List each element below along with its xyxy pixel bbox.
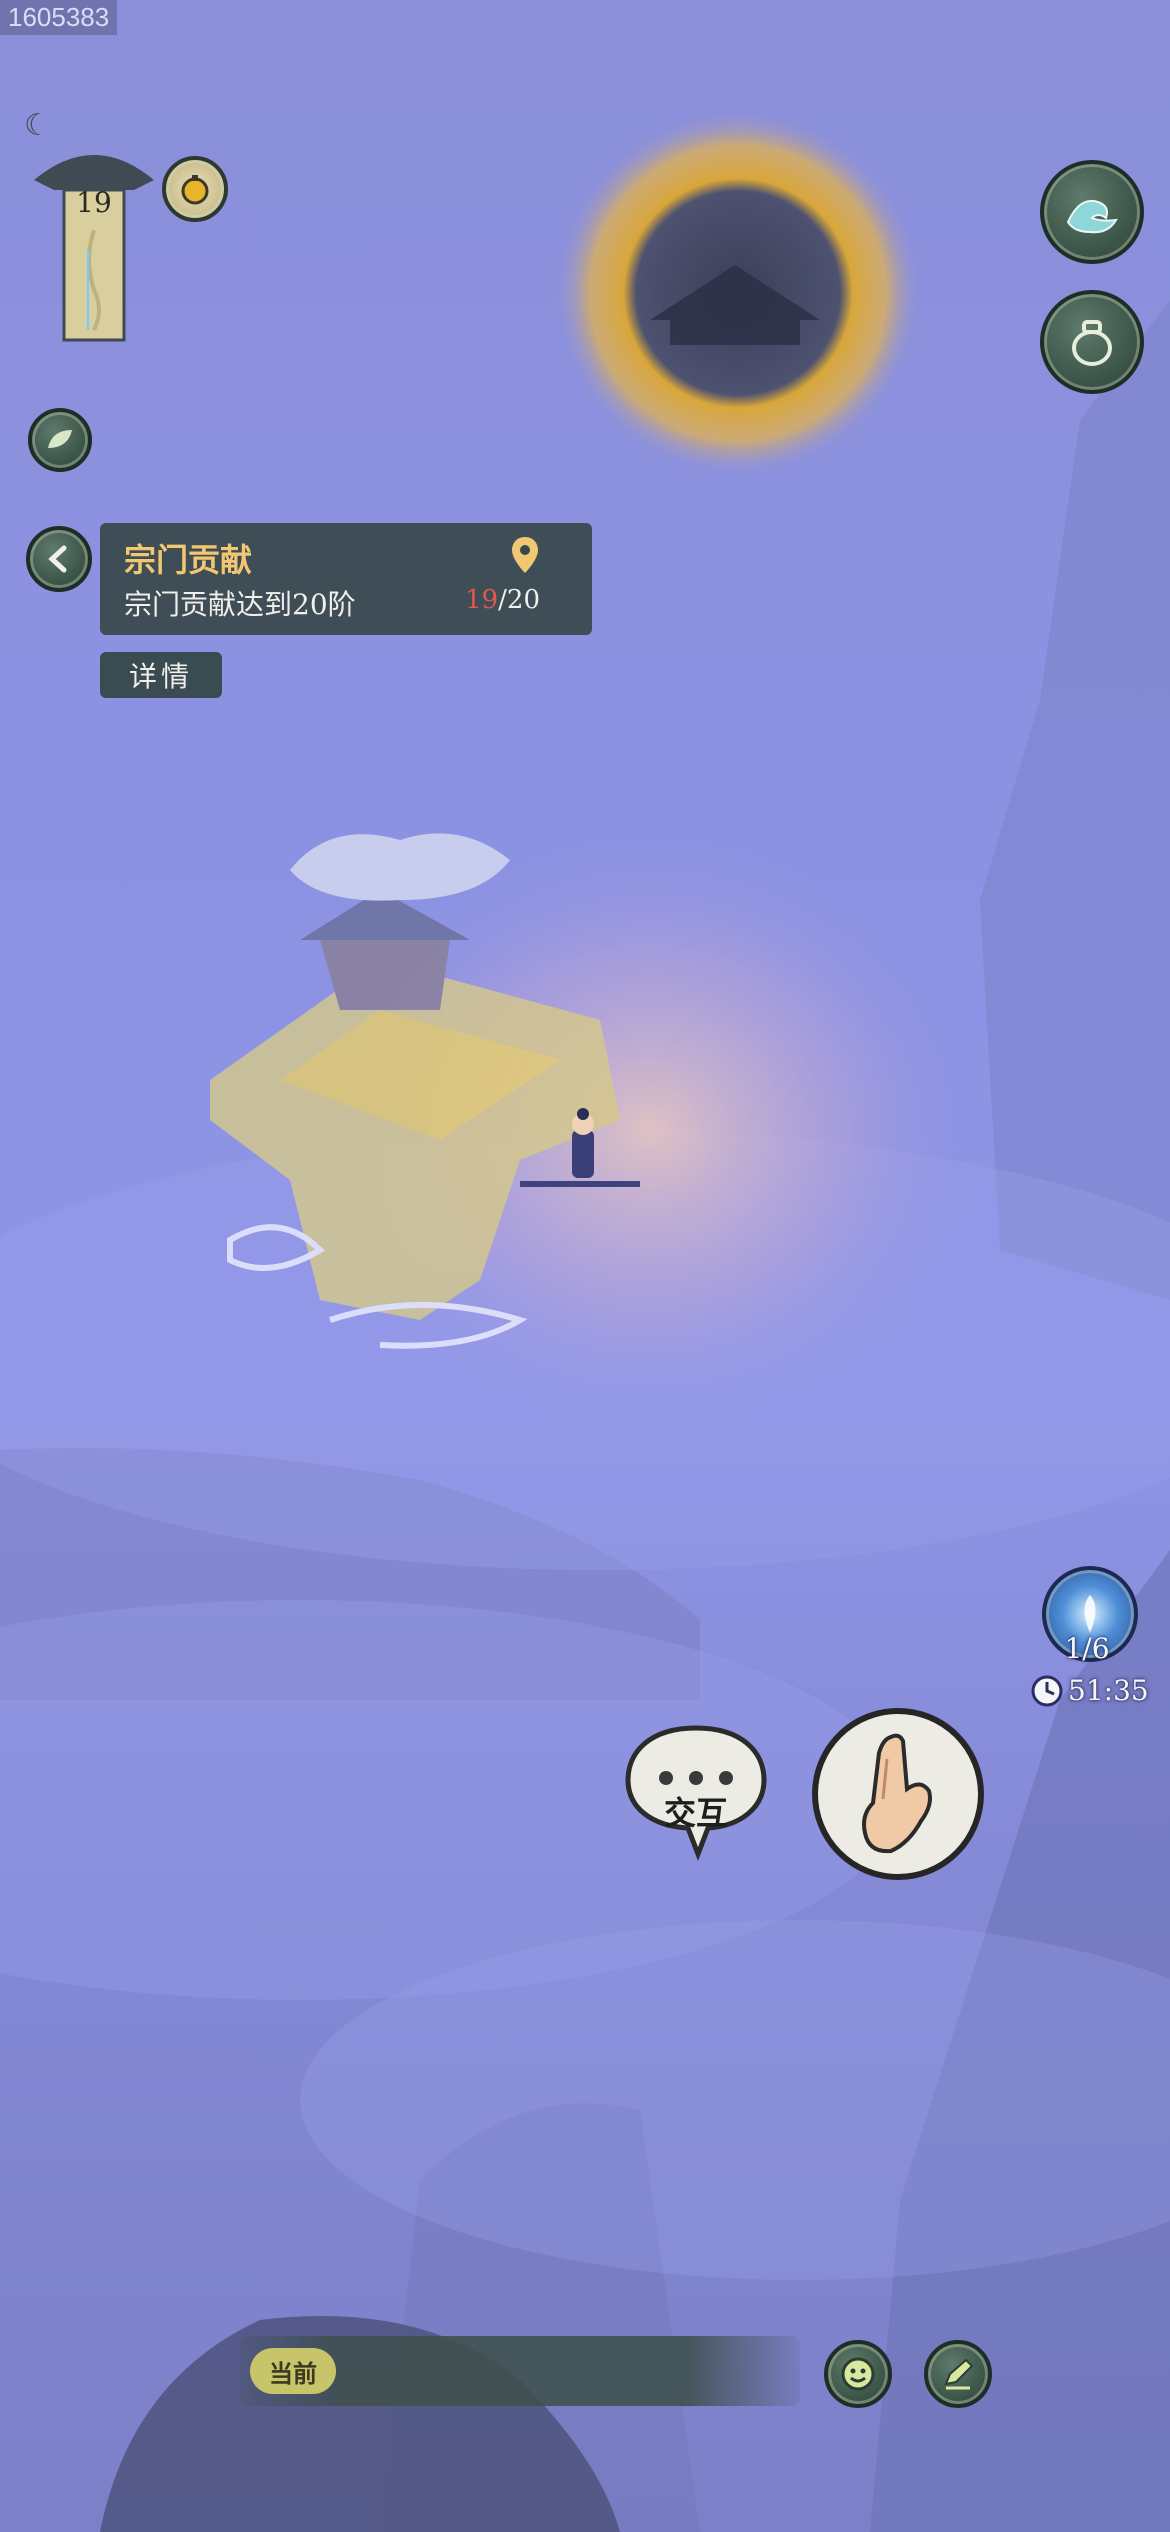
- moon-icon: ☾: [24, 108, 51, 143]
- misty-mountain-background: [0, 108, 1170, 2532]
- leaf-button[interactable]: [28, 408, 92, 472]
- wave-button[interactable]: [1040, 160, 1144, 264]
- details-button[interactable]: 详情: [100, 652, 222, 698]
- interact-button[interactable]: 交互: [622, 1722, 770, 1862]
- emoji-button[interactable]: [824, 2340, 892, 2408]
- edit-icon: [944, 2358, 974, 2390]
- location-pin-icon[interactable]: [510, 535, 540, 575]
- quest-panel[interactable]: 宗门贡献 宗门贡献达到20阶 19/20: [100, 523, 592, 635]
- hand-seal-button[interactable]: [812, 1708, 984, 1880]
- level-pillar[interactable]: ☾ 19: [24, 108, 164, 350]
- gourd-icon: [181, 175, 209, 205]
- interact-label: 交互: [663, 1794, 728, 1832]
- level-number: 19: [76, 186, 112, 219]
- hand-seal-icon: [862, 1733, 932, 1854]
- jar-button[interactable]: [1040, 290, 1144, 394]
- build-id-label: 1605383: [0, 0, 118, 35]
- quest-description: 宗门贡献达到20阶: [124, 588, 356, 621]
- wave-icon: [1066, 200, 1118, 234]
- smile-icon: [841, 2357, 875, 2391]
- leaf-icon: [48, 430, 72, 448]
- current-channel-tag[interactable]: 当前: [250, 2348, 336, 2394]
- quest-progress: 19/20: [465, 585, 540, 615]
- collapse-quest-button[interactable]: [26, 526, 92, 592]
- jar-icon: [1072, 320, 1112, 366]
- quest-progress-current: 19: [465, 585, 499, 615]
- game-scene: 1605383 ☾ 19 宗门贡献 宗门贡献达到20阶 19/20 详情 1/6…: [0, 0, 1170, 2532]
- quest-progress-total: /20: [498, 585, 540, 615]
- edit-button[interactable]: [924, 2340, 992, 2408]
- skill-count: 1/6: [1064, 1632, 1110, 1665]
- chevron-left-icon: [48, 545, 67, 573]
- gourd-button[interactable]: [162, 156, 228, 222]
- quest-title: 宗门贡献: [124, 541, 253, 579]
- skill-timer: 51:35: [1068, 1674, 1149, 1707]
- clock-icon: [1030, 1674, 1064, 1708]
